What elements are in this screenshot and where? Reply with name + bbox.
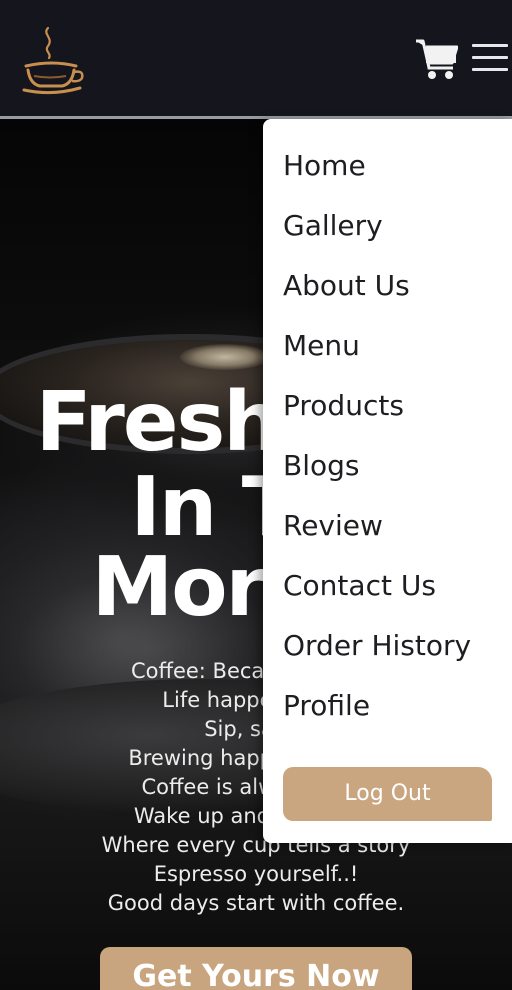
get-yours-now-button[interactable]: Get Yours Now	[100, 947, 412, 990]
menu-item-about-us[interactable]: About Us	[283, 269, 410, 303]
hamburger-menu-icon[interactable]	[472, 44, 508, 74]
hamburger-line	[472, 44, 508, 47]
shopping-cart-icon[interactable]	[414, 37, 458, 81]
nav-dropdown-menu: Home Gallery About Us Menu Products Blog…	[263, 119, 512, 843]
menu-item-review[interactable]: Review	[283, 509, 383, 543]
coffee-cup-logo-icon[interactable]	[18, 24, 88, 96]
tagline-line: Espresso yourself..!	[153, 862, 359, 886]
hamburger-line	[472, 68, 508, 71]
logout-button[interactable]: Log Out	[283, 767, 492, 821]
tagline-line: Good days start with coffee.	[107, 891, 405, 915]
menu-item-blogs[interactable]: Blogs	[283, 449, 359, 483]
menu-item-order-history[interactable]: Order History	[283, 629, 471, 663]
menu-item-home[interactable]: Home	[283, 149, 366, 183]
hamburger-line	[472, 56, 508, 59]
coffee-foam-image	[180, 344, 270, 370]
menu-item-contact-us[interactable]: Contact Us	[283, 569, 436, 603]
app-header	[0, 0, 512, 119]
menu-item-gallery[interactable]: Gallery	[283, 209, 383, 243]
menu-item-menu[interactable]: Menu	[283, 329, 360, 363]
menu-item-products[interactable]: Products	[283, 389, 404, 423]
menu-item-profile[interactable]: Profile	[283, 689, 370, 723]
